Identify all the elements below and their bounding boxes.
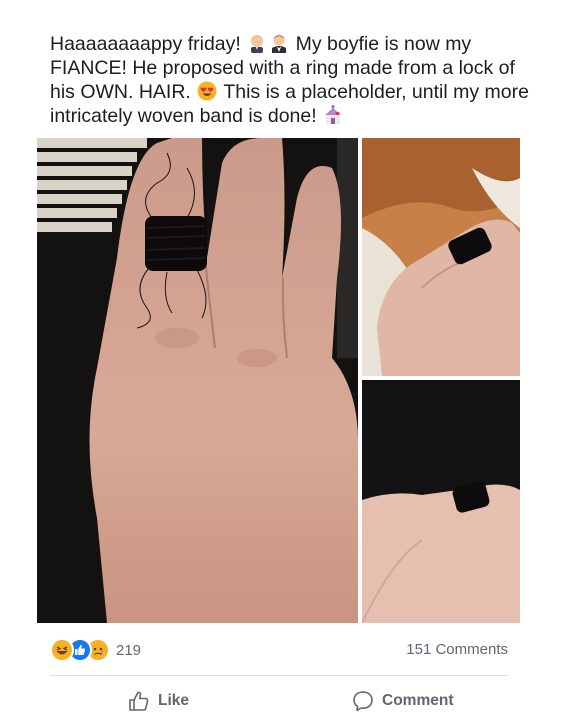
reactions-summary[interactable]: 219	[50, 638, 141, 662]
photo-hand-with-hair-ring-on-fur[interactable]	[362, 138, 520, 376]
comment-button[interactable]: Comment	[352, 690, 453, 712]
thumbs-up-icon	[129, 691, 149, 711]
like-button[interactable]: Like	[128, 690, 189, 712]
divider	[50, 675, 508, 676]
comment-bubble-icon	[353, 691, 373, 712]
post-text-part-1: Haaaaaaaappy friday!	[50, 33, 247, 55]
like-label: Like	[158, 692, 190, 709]
groom-emoji	[251, 35, 264, 53]
wedding-chapel-emoji	[325, 105, 342, 124]
photo-hand-with-hair-ring-closeup[interactable]	[37, 138, 358, 623]
heart-eyes-emoji	[197, 81, 217, 101]
post-text: Haaaaaaaappy friday! My boyfie is now my…	[50, 32, 530, 128]
comment-label: Comment	[382, 692, 454, 709]
laugh-reaction-icon	[50, 638, 74, 662]
comment-count[interactable]: 151 Comments	[406, 641, 508, 658]
photo-hand-with-hair-ring-dark[interactable]	[362, 380, 520, 623]
reaction-count[interactable]: 219	[116, 642, 141, 659]
man-in-tuxedo-emoji	[272, 34, 287, 53]
